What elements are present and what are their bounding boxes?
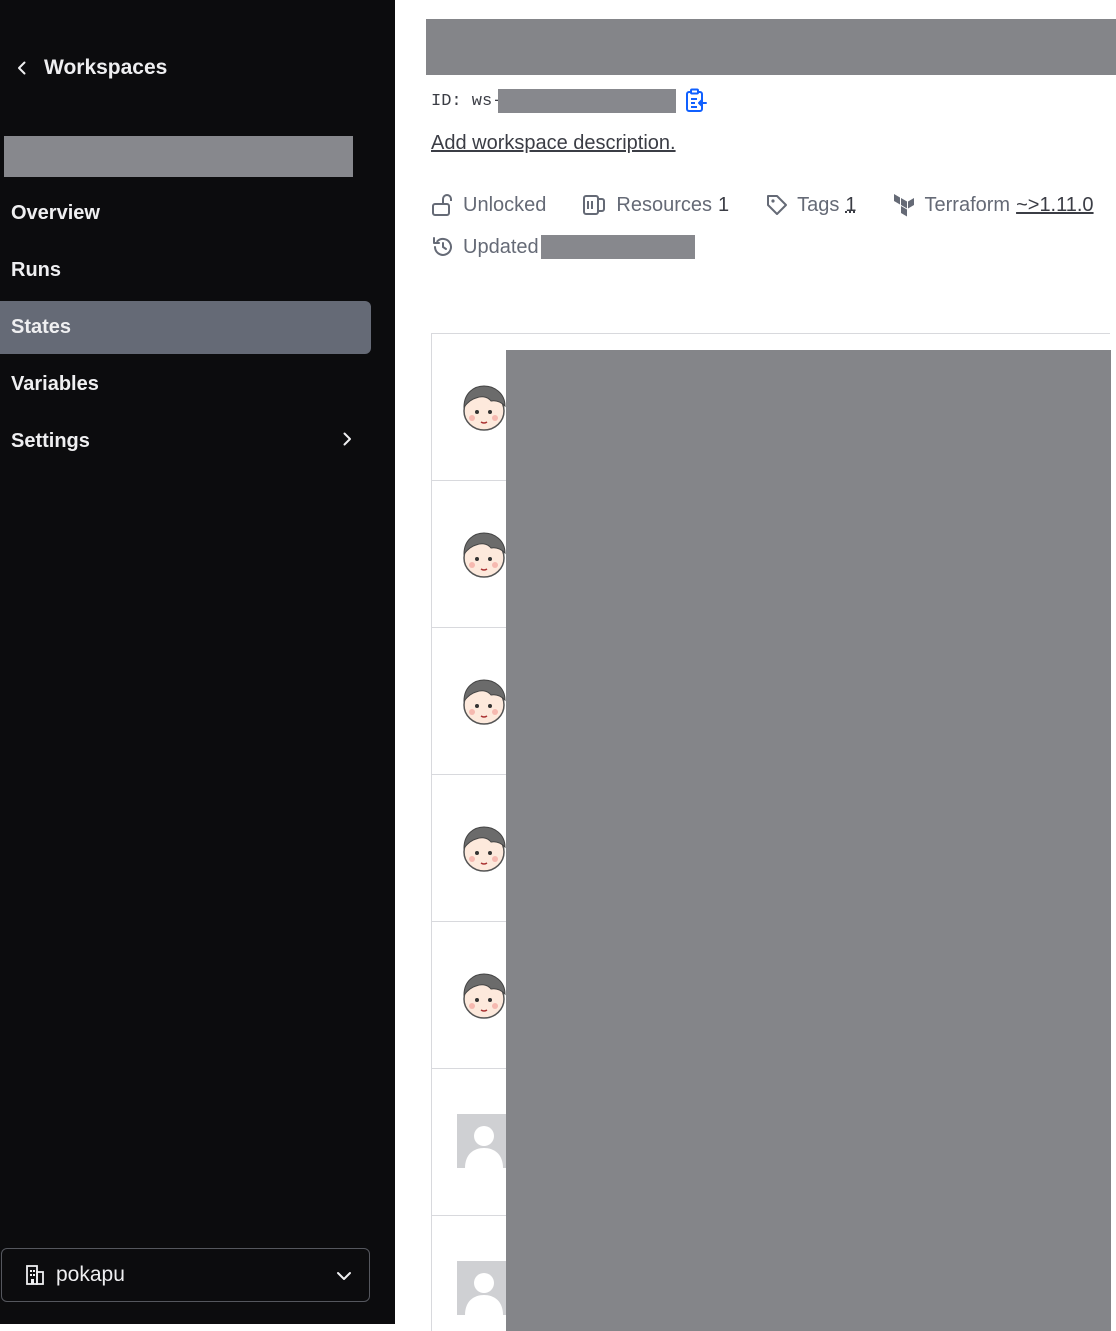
resources-icon — [583, 195, 606, 215]
add-description-link[interactable]: Add workspace description. — [431, 132, 676, 155]
state-details-redacted — [506, 350, 1111, 1331]
user-avatar-icon — [463, 973, 506, 1019]
resources-label: Resources — [616, 193, 712, 216]
sidebar-item-label: Settings — [11, 430, 90, 452]
chevron-down-icon — [337, 1272, 351, 1280]
sidebar-item-states[interactable]: States — [0, 301, 371, 354]
chevron-right-icon — [343, 432, 351, 446]
terraform-version-link[interactable]: ~>1.11.0 — [1016, 194, 1093, 217]
user-avatar-icon — [463, 532, 506, 578]
sidebar-item-runs[interactable]: Runs — [0, 244, 371, 297]
workspace-metadata: Unlocked Resources 1 Tags 1 Terraform ~>… — [431, 190, 1116, 274]
states-list — [431, 333, 1111, 1331]
updated-time-redacted — [540, 235, 695, 259]
building-icon — [26, 1265, 44, 1285]
terraform-version: Terraform ~>1.11.0 — [893, 193, 1094, 217]
history-icon — [433, 237, 452, 256]
sidebar-item-label: States — [11, 316, 72, 338]
workspace-id: ID: ws- — [431, 91, 503, 111]
default-user-avatar-icon — [457, 1114, 511, 1168]
user-avatar-icon — [463, 385, 506, 431]
terraform-label: Terraform — [924, 193, 1011, 216]
copy-id-button[interactable] — [684, 88, 708, 114]
user-avatar-icon — [463, 679, 506, 725]
user-avatar-icon — [463, 826, 506, 872]
lock-status: Unlocked — [431, 193, 546, 217]
main-content: ID: ws- Add workspace description. Unloc… — [395, 0, 1116, 1331]
resources-count: Resources 1 — [582, 193, 729, 217]
sidebar-item-label: Overview — [11, 202, 100, 224]
updated-label: Updated — [463, 235, 539, 258]
resources-value: 1 — [718, 193, 730, 216]
sidebar: Workspaces Overview Runs States Variable… — [0, 0, 395, 1324]
terraform-icon — [893, 194, 914, 217]
tags-value[interactable]: 1 — [845, 194, 856, 217]
workspace-title-redacted — [426, 19, 1116, 75]
workspace-name-redacted — [4, 136, 353, 177]
chevron-left-icon — [18, 61, 26, 75]
organization-name: pokapu — [56, 1263, 125, 1286]
tags-label: Tags — [797, 193, 840, 216]
workspace-id-row: ID: ws- — [431, 86, 708, 116]
back-to-workspaces-link[interactable]: Workspaces — [14, 52, 167, 84]
unlock-icon — [432, 194, 452, 216]
sidebar-item-overview[interactable]: Overview — [0, 187, 371, 240]
last-updated: Updated — [431, 235, 695, 259]
sidebar-nav: Overview Runs States Variables Settings — [0, 187, 371, 472]
organization-switcher[interactable]: pokapu — [1, 1248, 370, 1302]
sidebar-item-label: Variables — [11, 373, 99, 395]
tags-count[interactable]: Tags 1 — [765, 193, 857, 217]
back-link-label: Workspaces — [44, 56, 168, 79]
sidebar-item-variables[interactable]: Variables — [0, 358, 371, 411]
tag-icon — [767, 195, 788, 215]
workspace-id-redacted — [498, 89, 677, 113]
sidebar-item-label: Runs — [11, 259, 61, 281]
clipboard-copy-icon — [686, 88, 708, 112]
default-user-avatar-icon — [457, 1261, 511, 1315]
lock-status-label: Unlocked — [463, 193, 547, 216]
sidebar-item-settings[interactable]: Settings — [0, 415, 371, 468]
